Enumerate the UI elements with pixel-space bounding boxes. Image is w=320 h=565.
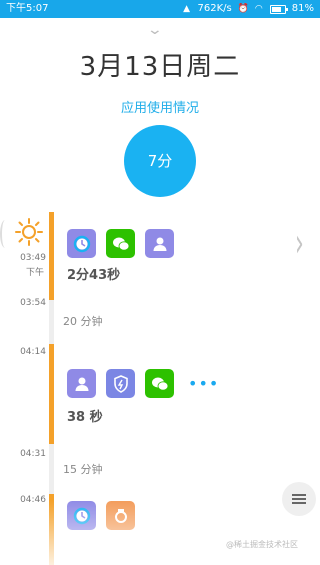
network-speed: 762K/s (197, 3, 232, 14)
left-arc-decoration (0, 220, 10, 248)
signal-icon: ▲ (183, 4, 190, 14)
battery-percent: 81% (291, 3, 314, 14)
timeline-time: 03:54 (20, 298, 46, 308)
usage-duration: 2分43秒 (67, 268, 121, 283)
timeline-active-segment (49, 494, 54, 565)
usage-total-circle[interactable]: 7分 (124, 125, 196, 197)
sun-icon (15, 218, 43, 246)
usage-title[interactable]: 应用使用情况 (0, 97, 320, 116)
status-bar: 下午5:07 ▲ 762K/s ⏰ ◠ 81% (0, 0, 320, 18)
usage-duration: 38 秒 (67, 410, 103, 425)
security-icon[interactable] (106, 369, 135, 398)
idle-duration: 20 分钟 (63, 315, 103, 328)
timeline-idle-segment (49, 444, 54, 494)
clock-icon[interactable] (67, 229, 96, 258)
watermark: @稀土掘金技术社区 (226, 540, 298, 549)
date-title: 3月13日周二 (79, 52, 241, 82)
camera-icon[interactable] (106, 501, 135, 530)
status-right: ▲ 762K/s ⏰ ◠ 81% (182, 0, 314, 18)
menu-button[interactable] (282, 482, 316, 516)
battery-level (271, 6, 282, 12)
more-apps-icon[interactable]: ••• (188, 374, 219, 393)
chevron-down-icon[interactable]: ⌄ (147, 22, 163, 38)
chevron-right-icon[interactable]: › (295, 222, 304, 267)
alarm-icon: ⏰ (237, 4, 249, 14)
menu-icon (292, 492, 306, 506)
contact-icon[interactable] (145, 229, 174, 258)
wechat-icon[interactable] (145, 369, 174, 398)
contact-icon[interactable] (67, 369, 96, 398)
timeline-active-segment (49, 212, 54, 300)
timeline-time: 04:14 (20, 347, 46, 357)
timeline-time: 04:46 (20, 495, 46, 505)
timeline-active-segment (49, 344, 54, 444)
clock-icon[interactable] (67, 501, 96, 530)
idle-duration: 15 分钟 (63, 463, 103, 476)
bottom-fade (0, 500, 320, 565)
timeline-time-period: 下午 (25, 268, 44, 278)
wifi-icon: ◠ (254, 4, 263, 14)
timeline-time: 04:31 (20, 449, 46, 459)
battery-icon (269, 4, 288, 14)
status-time: 下午5:07 (6, 3, 49, 14)
wechat-icon[interactable] (106, 229, 135, 258)
timeline-time: 03:49 (20, 253, 46, 263)
timeline-idle-segment (49, 300, 54, 344)
